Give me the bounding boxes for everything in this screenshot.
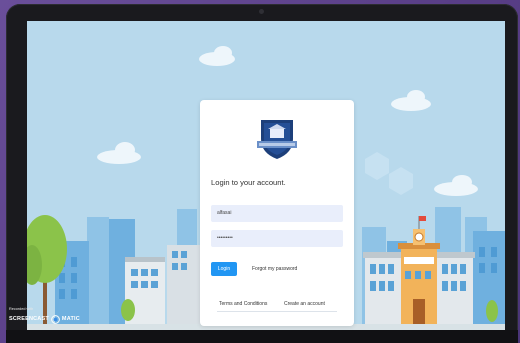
watermark-brand-left: SCREENCAST: [9, 316, 49, 322]
screencast-watermark: SCREENCAST MATIC: [9, 313, 80, 325]
terms-link[interactable]: Terms and Conditions: [219, 301, 267, 307]
laptop-bottom-bezel: [6, 330, 518, 343]
forgot-password-link[interactable]: Forgot my password: [252, 266, 297, 272]
page-title: Login to your account.: [211, 178, 286, 187]
footer-divider: [217, 311, 337, 312]
create-account-link[interactable]: Create an account: [284, 301, 325, 307]
login-card: Login to your account. alfasai •••••••••…: [200, 100, 354, 326]
screencast-record-icon: [51, 314, 60, 324]
watermark-brand-right: MATIC: [61, 316, 80, 322]
watermark-caption: Recorded with: [9, 307, 34, 311]
webcam: [259, 9, 264, 14]
screen: Login to your account. alfasai •••••••••…: [27, 21, 505, 330]
login-button[interactable]: Login: [211, 262, 237, 276]
laptop-frame: Login to your account. alfasai •••••••••…: [6, 4, 518, 343]
school-crest-logo: [257, 120, 297, 159]
username-field[interactable]: alfasai: [211, 205, 343, 222]
password-field[interactable]: •••••••••: [211, 230, 343, 247]
